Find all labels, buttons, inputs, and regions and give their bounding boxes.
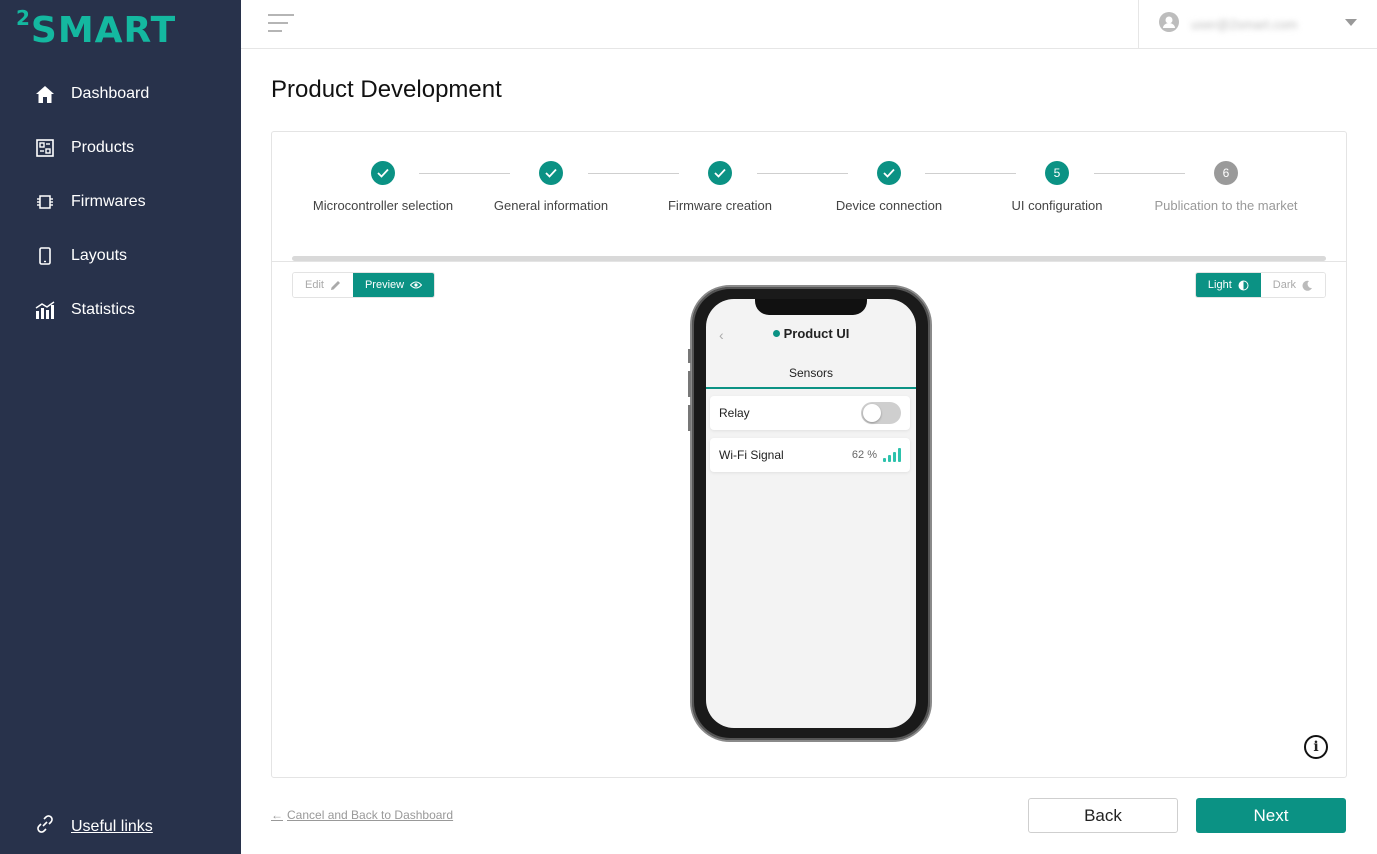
- chevron-down-icon: [1345, 19, 1357, 26]
- sidebar-item-label: Layouts: [71, 247, 128, 264]
- sidebar: 2SMART Dashboard Products Firmwares Layo…: [0, 0, 241, 854]
- phone-side-button: [688, 349, 691, 363]
- step-label: General information: [493, 198, 609, 213]
- user-icon: [1159, 11, 1179, 37]
- page-title: Product Development: [271, 76, 502, 103]
- edit-label: Edit: [305, 279, 324, 291]
- pencil-icon: [330, 280, 341, 291]
- sidebar-item-dashboard[interactable]: Dashboard: [0, 67, 241, 121]
- back-button[interactable]: Back: [1028, 798, 1178, 833]
- sidebar-nav: Dashboard Products Firmwares Layouts Sta…: [0, 67, 241, 337]
- step-label: Device connection: [835, 198, 943, 213]
- phone-notch: [755, 299, 867, 315]
- home-icon: [35, 84, 55, 104]
- main-card: Microcontroller selection General inform…: [271, 131, 1347, 778]
- step-number: 6: [1214, 161, 1238, 185]
- step-label: Microcontroller selection: [312, 198, 454, 213]
- step-number: 5: [1045, 161, 1069, 185]
- eye-icon: [410, 281, 423, 289]
- relay-toggle[interactable]: [861, 402, 901, 424]
- step-ui-configuration[interactable]: 5 UI configuration: [967, 161, 1147, 213]
- cancel-label: Cancel and Back to Dashboard: [287, 808, 454, 822]
- signal-bars-icon: [883, 448, 901, 462]
- chip-icon: [35, 192, 55, 212]
- step-label: Publication to the market: [1154, 198, 1298, 213]
- widget-name: Wi-Fi Signal: [719, 448, 784, 462]
- next-button[interactable]: Next: [1196, 798, 1346, 833]
- cancel-back-link[interactable]: ← Cancel and Back to Dashboard: [271, 808, 453, 822]
- statistics-icon: [35, 300, 55, 320]
- edit-button[interactable]: Edit: [293, 273, 353, 297]
- info-icon[interactable]: i: [1304, 735, 1328, 759]
- sidebar-item-label: Products: [71, 139, 135, 156]
- sidebar-item-statistics[interactable]: Statistics: [0, 283, 241, 337]
- step-microcontroller-selection[interactable]: Microcontroller selection: [293, 161, 473, 213]
- dark-theme-button[interactable]: Dark: [1260, 273, 1325, 297]
- step-label: UI configuration: [1011, 198, 1103, 213]
- moon-icon: [1302, 280, 1313, 291]
- light-label: Light: [1207, 279, 1232, 291]
- useful-links[interactable]: Useful links: [35, 814, 153, 839]
- phone-title-text: Product UI: [783, 326, 850, 341]
- step-firmware-creation[interactable]: Firmware creation: [630, 161, 810, 213]
- horizontal-scrollbar[interactable]: [292, 256, 1326, 261]
- wifi-signal-widget: Wi-Fi Signal 62 %: [710, 438, 910, 472]
- logo[interactable]: 2SMART: [16, 6, 177, 51]
- arrow-left-icon: ←: [271, 808, 283, 822]
- step-publication[interactable]: 6 Publication to the market: [1136, 161, 1316, 213]
- step-label: Firmware creation: [667, 198, 773, 213]
- products-icon: [35, 138, 55, 158]
- preview-button[interactable]: Preview: [352, 273, 435, 297]
- sidebar-item-label: Dashboard: [71, 85, 150, 102]
- user-menu[interactable]: user@2smart.com: [1138, 0, 1377, 48]
- toggle-knob: [863, 404, 881, 422]
- phone-preview: ‹ Product UI Sensors Relay Wi-Fi Signal …: [688, 285, 932, 742]
- relay-widget: Relay: [710, 396, 910, 430]
- wifi-signal-value: 62 %: [851, 449, 877, 461]
- useful-links-label: Useful links: [71, 817, 153, 835]
- phone-side-button: [688, 405, 691, 431]
- check-icon: [708, 161, 732, 185]
- dark-label: Dark: [1272, 279, 1296, 291]
- check-icon: [877, 161, 901, 185]
- top-bar: user@2smart.com: [241, 0, 1377, 49]
- sidebar-item-firmwares[interactable]: Firmwares: [0, 175, 241, 229]
- check-icon: [539, 161, 563, 185]
- logo-superscript: 2: [16, 6, 31, 30]
- phone-title: Product UI: [706, 326, 916, 341]
- phone-screen: ‹ Product UI Sensors Relay Wi-Fi Signal …: [706, 299, 916, 728]
- widget-name: Relay: [719, 406, 750, 420]
- contrast-icon: [1238, 280, 1249, 291]
- preview-label: Preview: [364, 279, 405, 291]
- sidebar-item-label: Firmwares: [71, 193, 146, 210]
- stepper: Microcontroller selection General inform…: [272, 132, 1346, 262]
- link-icon: [35, 814, 55, 839]
- step-general-information[interactable]: General information: [461, 161, 641, 213]
- status-dot: [772, 330, 780, 337]
- sidebar-item-layouts[interactable]: Layouts: [0, 229, 241, 283]
- check-icon: [371, 161, 395, 185]
- sidebar-item-label: Statistics: [71, 301, 136, 318]
- tab-sensors[interactable]: Sensors: [706, 360, 916, 389]
- menu-toggle-icon[interactable]: [268, 14, 294, 34]
- sidebar-item-products[interactable]: Products: [0, 121, 241, 175]
- logo-text: SMART: [30, 10, 177, 51]
- theme-toggle: Light Dark: [1194, 272, 1326, 298]
- step-device-connection[interactable]: Device connection: [799, 161, 979, 213]
- mode-toggle: Edit Preview: [292, 272, 436, 298]
- phone-icon: [35, 246, 55, 266]
- user-email: user@2smart.com: [1191, 16, 1298, 32]
- phone-side-button: [688, 371, 691, 397]
- light-theme-button[interactable]: Light: [1195, 273, 1261, 297]
